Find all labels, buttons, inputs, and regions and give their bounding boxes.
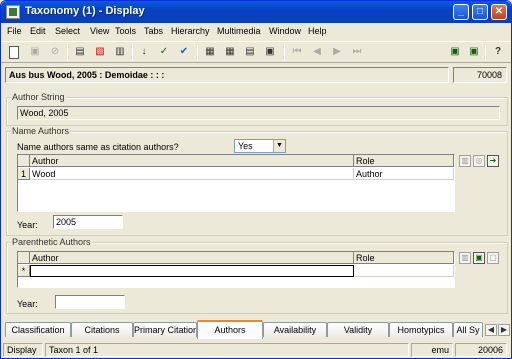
menu-help[interactable]: Help [308, 26, 327, 36]
report-icon[interactable]: ▣ [448, 45, 462, 59]
parenthetic-authors-table: Author Role * [17, 251, 455, 288]
status-bar: Display Taxon 1 of 1 emu 20006 [1, 342, 511, 358]
tab-scroll-left-icon[interactable]: ◀ [485, 324, 497, 336]
menu-file[interactable]: File [7, 26, 22, 36]
role-cell[interactable] [354, 265, 454, 277]
attach-icon[interactable]: ▥ [113, 45, 127, 59]
list-view-icon[interactable]: ▦ [203, 45, 217, 59]
tab-all-synonyms[interactable]: All Sy [453, 322, 483, 337]
menu-edit[interactable]: Edit [30, 26, 46, 36]
insert-row-icon[interactable]: ▣ [473, 252, 485, 264]
spell-check-icon[interactable]: ✔ [177, 45, 191, 59]
print-preview-icon[interactable]: ▣ [263, 45, 277, 59]
first-record-icon[interactable]: ⏮ [290, 45, 304, 59]
tab-citations[interactable]: Citations [71, 322, 133, 337]
next-record-icon[interactable]: ▶ [330, 45, 344, 59]
tab-availability[interactable]: Availability [263, 322, 327, 337]
tab-primary-citation[interactable]: Primary Citation [133, 322, 197, 337]
menu-tabs[interactable]: Tabs [144, 26, 163, 36]
status-record: 20006 [455, 343, 507, 357]
tab-scroll-right-icon[interactable]: ▶ [498, 324, 510, 336]
taxonomy-window: Taxonomy (1) - Display _ □ ✕ File Edit S… [0, 0, 512, 359]
menu-tools[interactable]: Tools [115, 26, 136, 36]
tab-homotypics[interactable]: Homotypics [389, 322, 453, 337]
maximize-button[interactable]: □ [472, 4, 488, 20]
previous-record-icon[interactable]: ◀ [310, 45, 324, 59]
tab-strip: Classification Citations Primary Citatio… [1, 319, 511, 339]
toolbar-separator [485, 45, 486, 61]
year-label: Year: [17, 220, 38, 230]
help-pointer-icon[interactable]: ? [491, 45, 505, 59]
table-view-icon[interactable]: ▦ [223, 45, 237, 59]
export-icon[interactable]: ▣ [467, 45, 481, 59]
sort-icon[interactable]: ↓ [137, 45, 151, 59]
menu-multimedia[interactable]: Multimedia [217, 26, 261, 36]
minimize-button[interactable]: _ [453, 4, 469, 20]
status-mode: Display [3, 343, 43, 357]
last-record-icon[interactable]: ⏭ [350, 45, 364, 59]
insert-row-icon[interactable]: ◎ [473, 155, 485, 167]
new-document-icon[interactable] [9, 46, 19, 59]
record-summary: Aus bus Wood, 2005 : Demoidae : : : [5, 67, 449, 83]
same-authors-question: Name authors same as citation authors? [17, 142, 179, 152]
year-field[interactable] [55, 295, 125, 309]
menu-hierarchy[interactable]: Hierarchy [171, 26, 210, 36]
toolbar-separator [132, 45, 133, 61]
menu-select[interactable]: Select [55, 26, 80, 36]
menu-view[interactable]: View [90, 26, 109, 36]
toolbar-separator [284, 45, 285, 61]
attach-row-icon[interactable]: ➔ [487, 155, 499, 167]
menu-bar: File Edit Select View Tools Tabs Hierarc… [1, 23, 511, 41]
menu-window[interactable]: Window [269, 26, 301, 36]
toolbar-separator [197, 45, 198, 61]
column-author[interactable]: Author [30, 155, 354, 167]
close-button[interactable]: ✕ [491, 4, 507, 20]
delete-row-icon[interactable]: ▥ [459, 252, 471, 264]
window-title: Taxonomy (1) - Display [25, 5, 145, 17]
name-authors-label: Name Authors [11, 126, 71, 136]
year-field[interactable]: 2005 [53, 215, 123, 229]
toolbar-separator [67, 45, 68, 61]
delete-record-icon[interactable]: ▧ [93, 45, 107, 59]
author-string-field: Wood, 2005 [17, 106, 500, 120]
name-authors-group: Name Authors Name authors same as citati… [6, 126, 508, 236]
attach-row-icon[interactable]: ▢ [487, 252, 499, 264]
edit-check-icon[interactable]: ✓ [157, 45, 171, 59]
chevron-down-icon[interactable]: ▼ [273, 140, 285, 152]
tab-classification[interactable]: Classification [5, 322, 71, 337]
page-view-icon[interactable]: ▤ [243, 45, 257, 59]
author-cell[interactable] [30, 265, 354, 277]
same-authors-select[interactable]: Yes ▼ [234, 139, 286, 153]
name-authors-table: Author Role 1 Wood Author [17, 154, 455, 212]
table-corner [18, 252, 30, 264]
table-corner [18, 155, 30, 167]
column-role[interactable]: Role [354, 155, 454, 167]
same-authors-value: Yes [238, 141, 253, 151]
author-string-label: Author String [11, 92, 66, 102]
record-number: 70008 [453, 67, 507, 83]
save-icon[interactable]: ▣ [28, 45, 42, 59]
toolbar: ▣ ⊘ ▤ ▧ ▥ ↓ ✓ ✔ ▦ ▦ ▤ ▣ ⏮ ◀ ▶ ⏭ ▣ ▣ ? [1, 41, 511, 63]
title-bar[interactable]: Taxonomy (1) - Display _ □ ✕ [1, 1, 511, 23]
new-row-marker[interactable]: * [18, 265, 30, 277]
status-position: Taxon 1 of 1 [45, 343, 409, 357]
view-record-icon[interactable]: ▤ [73, 45, 87, 59]
column-author[interactable]: Author [30, 252, 354, 264]
status-app: emu [411, 343, 453, 357]
app-icon [6, 5, 20, 19]
delete-row-icon[interactable]: ▥ [459, 155, 471, 167]
author-string-group: Author String Wood, 2005 [6, 92, 508, 126]
tab-authors[interactable]: Authors [197, 320, 263, 339]
author-cell[interactable]: Wood [30, 168, 354, 180]
disabled-icon[interactable]: ⊘ [48, 45, 62, 59]
role-cell[interactable]: Author [354, 168, 454, 180]
column-role[interactable]: Role [354, 252, 454, 264]
parenthetic-authors-label: Parenthetic Authors [11, 237, 92, 247]
year-label: Year: [17, 299, 38, 309]
parenthetic-authors-group: Parenthetic Authors Author Role * ▥ ▣ ▢ … [6, 237, 508, 314]
row-index[interactable]: 1 [18, 168, 30, 180]
tab-validity[interactable]: Validity [327, 322, 389, 337]
